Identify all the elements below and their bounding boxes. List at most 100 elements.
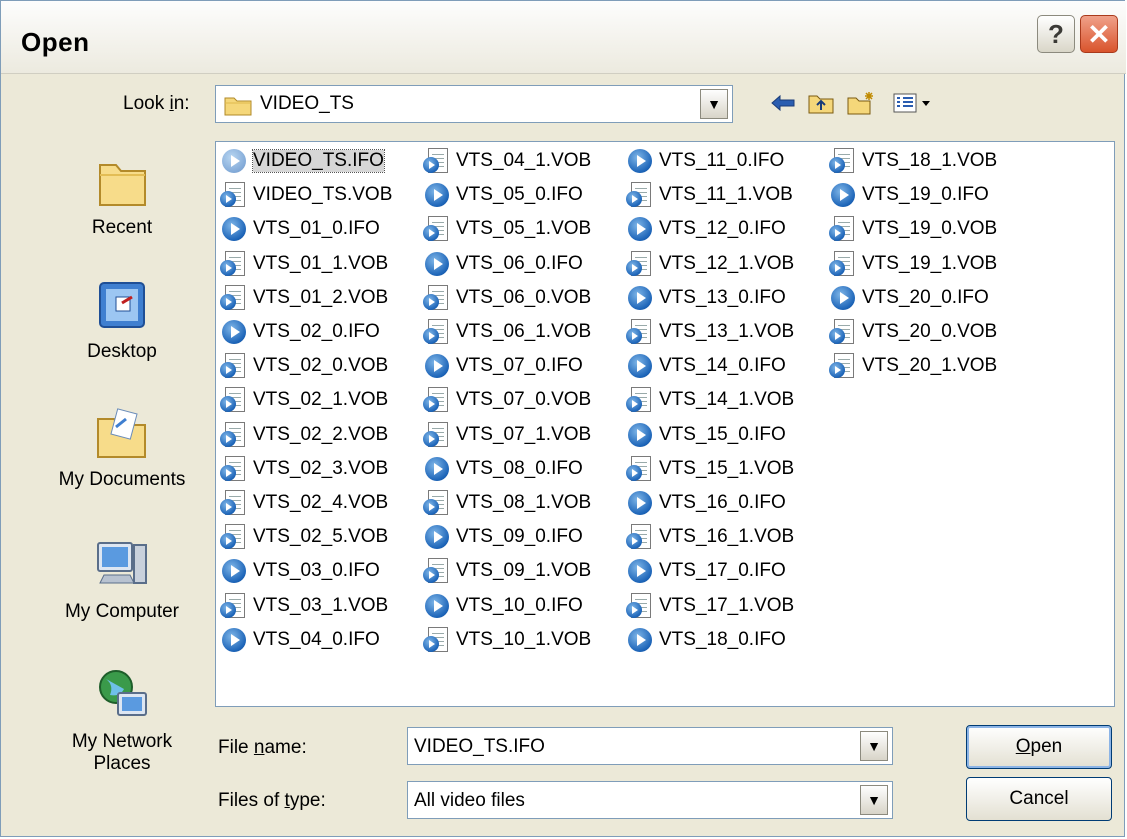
file-item[interactable]: VTS_12_0.IFO: [625, 214, 786, 244]
file-item[interactable]: VTS_03_0.IFO: [219, 556, 380, 586]
close-button[interactable]: ✕: [1080, 15, 1118, 53]
file-name: VTS_18_1.VOB: [862, 150, 998, 171]
media-file-icon: [219, 146, 249, 176]
media-file-icon: [422, 180, 452, 210]
file-name: VTS_06_0.VOB: [456, 286, 592, 308]
file-item[interactable]: VTS_13_0.IFO: [625, 283, 786, 313]
media-file-icon: [625, 351, 655, 381]
file-item[interactable]: VTS_02_0.IFO: [219, 317, 380, 347]
up-folder-icon[interactable]: [807, 91, 835, 115]
file-item[interactable]: VTS_05_1.VOB: [422, 214, 591, 244]
places-bar: Recent Desktop My Documents My Computer …: [41, 141, 203, 821]
file-item[interactable]: VTS_20_0.VOB: [828, 317, 997, 347]
file-item[interactable]: VTS_02_1.VOB: [219, 385, 388, 415]
video-document-icon: [625, 522, 655, 552]
file-name: VTS_17_1.VOB: [659, 594, 795, 616]
window-title: Open: [21, 27, 90, 57]
file-item[interactable]: VTS_03_1.VOB: [219, 591, 388, 621]
file-item[interactable]: VTS_06_0.IFO: [422, 249, 583, 279]
place-my-documents[interactable]: My Documents: [41, 405, 203, 491]
open-button[interactable]: Open: [966, 725, 1112, 769]
file-item[interactable]: VTS_04_1.VOB: [422, 146, 591, 176]
file-name: VTS_01_0.IFO: [253, 218, 380, 240]
file-item[interactable]: VTS_06_0.VOB: [422, 283, 591, 313]
place-recent[interactable]: Recent: [41, 153, 203, 239]
file-item[interactable]: VTS_18_0.IFO: [625, 625, 786, 655]
new-folder-icon[interactable]: [847, 91, 875, 115]
file-name-dropdown-button[interactable]: ▼: [860, 731, 888, 761]
file-type-dropdown-button[interactable]: ▼: [860, 785, 888, 815]
file-item[interactable]: VTS_15_0.IFO: [625, 420, 786, 450]
place-my-network-places[interactable]: My Network Places: [41, 667, 203, 775]
file-item[interactable]: VIDEO_TS.VOB: [219, 180, 392, 210]
file-item[interactable]: VTS_02_5.VOB: [219, 522, 388, 552]
file-item[interactable]: VTS_18_1.VOB: [828, 146, 997, 176]
video-document-icon: [828, 146, 858, 176]
file-name: VTS_12_1.VOB: [659, 252, 795, 274]
file-item[interactable]: VTS_20_1.VOB: [828, 351, 997, 381]
file-item[interactable]: VTS_07_0.IFO: [422, 351, 583, 381]
file-item[interactable]: VTS_07_0.VOB: [422, 385, 591, 415]
media-file-icon: [422, 351, 452, 381]
file-item[interactable]: VTS_08_0.IFO: [422, 454, 583, 484]
network-places-icon: [94, 667, 150, 725]
file-item[interactable]: VTS_10_0.IFO: [422, 591, 583, 621]
file-item[interactable]: VTS_12_1.VOB: [625, 249, 794, 279]
file-item[interactable]: VTS_19_0.VOB: [828, 214, 997, 244]
file-item[interactable]: VTS_11_0.IFO: [625, 146, 784, 176]
file-item[interactable]: VTS_16_1.VOB: [625, 522, 794, 552]
media-file-icon: [625, 556, 655, 586]
file-item[interactable]: VTS_05_0.IFO: [422, 180, 583, 210]
file-name: VTS_14_0.IFO: [659, 355, 786, 377]
file-name: VTS_07_0.IFO: [456, 355, 583, 377]
place-my-computer[interactable]: My Computer: [41, 537, 203, 623]
file-item[interactable]: VTS_14_1.VOB: [625, 385, 794, 415]
file-name: VTS_11_0.IFO: [659, 150, 785, 171]
place-desktop[interactable]: Desktop: [41, 277, 203, 363]
file-item[interactable]: VTS_04_0.IFO: [219, 625, 380, 655]
video-document-icon: [625, 317, 655, 347]
file-item[interactable]: VTS_20_0.IFO: [828, 283, 989, 313]
file-item[interactable]: VTS_10_1.VOB: [422, 625, 591, 655]
file-name-combo[interactable]: VIDEO_TS.IFO ▼: [407, 727, 893, 765]
file-item[interactable]: VTS_11_1.VOB: [625, 180, 793, 210]
file-item[interactable]: VTS_01_2.VOB: [219, 283, 388, 313]
file-name: VTS_04_0.IFO: [253, 628, 380, 650]
file-item[interactable]: VIDEO_TS.IFO: [219, 146, 385, 176]
video-document-icon: [625, 591, 655, 621]
file-item[interactable]: VTS_19_0.IFO: [828, 180, 989, 210]
file-item[interactable]: VTS_07_1.VOB: [422, 420, 591, 450]
file-list[interactable]: VIDEO_TS.IFO VIDEO_TS.VOB VTS_01_0.IFO VTS_…: [215, 141, 1115, 707]
file-name: VTS_04_1.VOB: [456, 150, 592, 171]
file-item[interactable]: VTS_01_0.IFO: [219, 214, 380, 244]
view-menu-icon[interactable]: [891, 91, 935, 115]
recent-folder-icon: [94, 153, 150, 211]
file-item[interactable]: VTS_14_0.IFO: [625, 351, 786, 381]
video-document-icon: [422, 488, 452, 518]
file-item[interactable]: VTS_15_1.VOB: [625, 454, 794, 484]
title-bar[interactable]: Open ? ✕: [1, 1, 1126, 74]
file-item[interactable]: VTS_02_2.VOB: [219, 420, 388, 450]
file-item[interactable]: VTS_08_1.VOB: [422, 488, 591, 518]
file-item[interactable]: VTS_17_1.VOB: [625, 591, 794, 621]
file-item[interactable]: VTS_13_1.VOB: [625, 317, 794, 347]
file-item[interactable]: VTS_06_1.VOB: [422, 317, 591, 347]
back-icon[interactable]: [769, 91, 797, 115]
file-item[interactable]: VTS_09_0.IFO: [422, 522, 583, 552]
cancel-button[interactable]: Cancel: [966, 777, 1112, 821]
file-item[interactable]: VTS_16_0.IFO: [625, 488, 786, 518]
file-item[interactable]: VTS_01_1.VOB: [219, 249, 388, 279]
file-item[interactable]: VTS_19_1.VOB: [828, 249, 997, 279]
my-computer-icon: [94, 537, 150, 595]
file-item[interactable]: VTS_09_1.VOB: [422, 556, 591, 586]
file-item[interactable]: VTS_02_4.VOB: [219, 488, 388, 518]
file-item[interactable]: VTS_02_3.VOB: [219, 454, 388, 484]
help-button[interactable]: ?: [1037, 15, 1075, 53]
file-item[interactable]: VTS_02_0.VOB: [219, 351, 388, 381]
file-name-input[interactable]: VIDEO_TS.IFO: [414, 736, 545, 758]
file-name: VTS_02_2.VOB: [253, 423, 389, 445]
file-type-select[interactable]: All video files ▼: [407, 781, 893, 819]
file-item[interactable]: VTS_17_0.IFO: [625, 556, 786, 586]
look-in-combo[interactable]: VIDEO_TS ▼: [215, 85, 733, 123]
look-in-dropdown-button[interactable]: ▼: [700, 89, 728, 119]
